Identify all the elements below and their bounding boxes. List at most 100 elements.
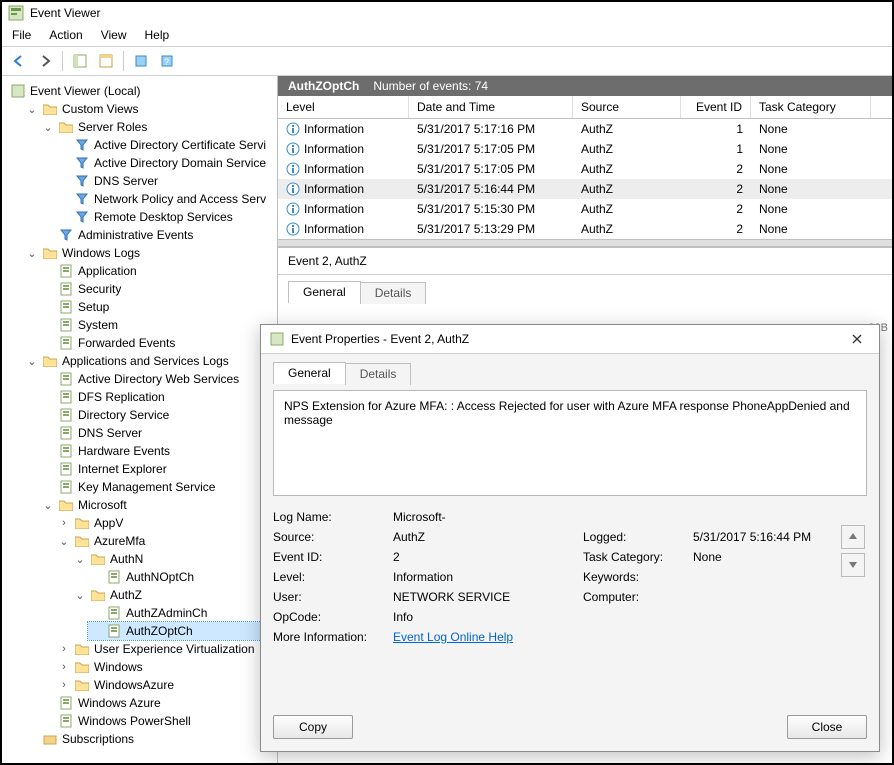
next-event-button[interactable]	[841, 553, 865, 577]
tree-admin-events[interactable]: Administrative Events	[40, 226, 277, 244]
menu-view[interactable]: View	[101, 28, 127, 42]
copy-button[interactable]: Copy	[273, 715, 353, 739]
log-icon	[58, 461, 74, 477]
tree-authz[interactable]: ⌄AuthZ	[72, 586, 277, 604]
event-message[interactable]: NPS Extension for Azure MFA: : Access Re…	[273, 390, 867, 496]
expand-icon[interactable]: ›	[58, 661, 70, 673]
tree-item[interactable]: Setup	[40, 298, 277, 316]
tree-microsoft[interactable]: ⌄ Microsoft	[40, 496, 277, 514]
col-level[interactable]: Level	[278, 96, 409, 118]
detail-tabs: General Details	[288, 281, 892, 303]
collapse-icon[interactable]: ⌄	[58, 535, 70, 548]
prev-event-button[interactable]	[841, 525, 865, 549]
help-button[interactable]: ?	[156, 50, 178, 72]
v-op: Info	[393, 610, 853, 624]
dialog-close-button[interactable]	[843, 329, 871, 349]
collapse-icon[interactable]: ⌄	[74, 553, 86, 566]
tree-item[interactable]: Remote Desktop Services	[56, 208, 277, 226]
tree-item[interactable]: Active Directory Certificate Servi	[56, 136, 277, 154]
tree-item[interactable]: Active Directory Domain Service	[56, 154, 277, 172]
log-icon	[58, 695, 74, 711]
collapse-icon[interactable]: ⌄	[26, 103, 38, 116]
tree-ms-windows[interactable]: ›Windows	[56, 658, 277, 676]
tree-item[interactable]: System	[40, 316, 277, 334]
log-icon	[58, 263, 74, 279]
dialog-tab-details[interactable]: Details	[345, 363, 412, 385]
tree-apps-logs[interactable]: ⌄ Applications and Services Logs	[24, 352, 277, 370]
expand-icon[interactable]: ›	[58, 517, 70, 529]
table-row[interactable]: Information 5/31/2017 5:16:44 PM AuthZ 2…	[278, 179, 892, 199]
tree-appv[interactable]: ›AppV	[56, 514, 277, 532]
dialog-tab-general[interactable]: General	[273, 362, 346, 384]
tree-root[interactable]: Event Viewer (Local)	[8, 82, 277, 100]
tree-item[interactable]: Application	[40, 262, 277, 280]
k-more: More Information:	[273, 630, 393, 644]
table-row[interactable]: Information 5/31/2017 5:17:16 PM AuthZ 1…	[278, 119, 892, 139]
collapse-icon[interactable]: ⌄	[26, 247, 38, 260]
tree-authz-opt[interactable]: AuthZOptCh	[88, 622, 277, 640]
tree-custom-views[interactable]: ⌄ Custom Views	[24, 100, 277, 118]
table-row[interactable]: Information 5/31/2017 5:15:30 PM AuthZ 2…	[278, 199, 892, 219]
menu-file[interactable]: File	[12, 28, 31, 42]
event-log-online-help-link[interactable]: Event Log Online Help	[393, 630, 513, 644]
v-comp	[693, 590, 853, 604]
tree-item[interactable]: Hardware Events	[40, 442, 277, 460]
back-button[interactable]	[8, 50, 30, 72]
tree-server-roles[interactable]: ⌄ Server Roles	[40, 118, 277, 136]
tree-item[interactable]: Active Directory Web Services	[40, 370, 277, 388]
tree-authn-opt[interactable]: AuthNOptCh	[88, 568, 277, 586]
folder-icon	[58, 497, 74, 513]
col-source[interactable]: Source	[573, 96, 681, 118]
collapse-icon[interactable]: ⌄	[42, 499, 54, 512]
tree-item[interactable]: DNS Server	[40, 424, 277, 442]
tree-authn[interactable]: ⌄AuthN	[72, 550, 277, 568]
tree-uev[interactable]: ›User Experience Virtualization	[56, 640, 277, 658]
tree-item[interactable]: Forwarded Events	[40, 334, 277, 352]
tree-item[interactable]: Security	[40, 280, 277, 298]
col-date[interactable]: Date and Time	[409, 96, 573, 118]
forward-button[interactable]	[34, 50, 56, 72]
tree-azuremfa[interactable]: ⌄AzureMfa	[56, 532, 277, 550]
col-eventid[interactable]: Event ID	[681, 96, 751, 118]
collapse-icon[interactable]: ⌄	[26, 355, 38, 368]
close-button[interactable]: Close	[787, 715, 867, 739]
table-row[interactable]: Information 5/31/2017 5:17:05 PM AuthZ 2…	[278, 159, 892, 179]
tree-pane[interactable]: Event Viewer (Local) ⌄ Custom Views ⌄ Se…	[2, 76, 278, 763]
k-logged: Logged:	[583, 530, 693, 544]
tree-item[interactable]: Key Management Service	[40, 478, 277, 496]
show-hide-tree-button[interactable]	[69, 50, 91, 72]
col-category[interactable]: Task Category	[751, 96, 871, 118]
menu-action[interactable]: Action	[49, 28, 82, 42]
table-row[interactable]: Information 5/31/2017 5:13:29 PM AuthZ 2…	[278, 219, 892, 239]
tree-windows-logs[interactable]: ⌄ Windows Logs	[24, 244, 277, 262]
tree-item[interactable]: DFS Replication	[40, 388, 277, 406]
v-kw	[693, 570, 853, 584]
tree-item[interactable]: Windows PowerShell	[40, 712, 277, 730]
dialog-title: Event Properties - Event 2, AuthZ	[291, 332, 469, 346]
tree-item[interactable]: Internet Explorer	[40, 460, 277, 478]
pane-splitter[interactable]	[278, 239, 892, 247]
refresh-button[interactable]	[130, 50, 152, 72]
table-row[interactable]: Information 5/31/2017 5:17:05 PM AuthZ 1…	[278, 139, 892, 159]
k-kw: Keywords:	[583, 570, 693, 584]
tree-ms-windowsazure[interactable]: ›WindowsAzure	[56, 676, 277, 694]
collapse-icon[interactable]: ⌄	[74, 589, 86, 602]
dialog-titlebar[interactable]: Event Properties - Event 2, AuthZ	[261, 325, 879, 354]
tree-item[interactable]: Network Policy and Access Serv	[56, 190, 277, 208]
properties-button[interactable]	[95, 50, 117, 72]
menu-help[interactable]: Help	[145, 28, 170, 42]
tab-details[interactable]: Details	[360, 282, 427, 304]
tab-general[interactable]: General	[288, 281, 361, 303]
close-icon	[852, 334, 862, 344]
tree-subscriptions[interactable]: Subscriptions	[24, 730, 277, 748]
expand-icon[interactable]: ›	[58, 679, 70, 691]
tree-item[interactable]: DNS Server	[56, 172, 277, 190]
tree-item[interactable]: Windows Azure	[40, 694, 277, 712]
tree-authz-admin[interactable]: AuthZAdminCh	[88, 604, 277, 622]
expand-icon[interactable]: ›	[58, 643, 70, 655]
collapse-icon[interactable]: ⌄	[42, 121, 54, 134]
tree-item[interactable]: Directory Service	[40, 406, 277, 424]
log-name: AuthZOptCh	[288, 79, 359, 93]
app-icon	[8, 5, 24, 21]
menubar: File Action View Help	[2, 24, 892, 47]
